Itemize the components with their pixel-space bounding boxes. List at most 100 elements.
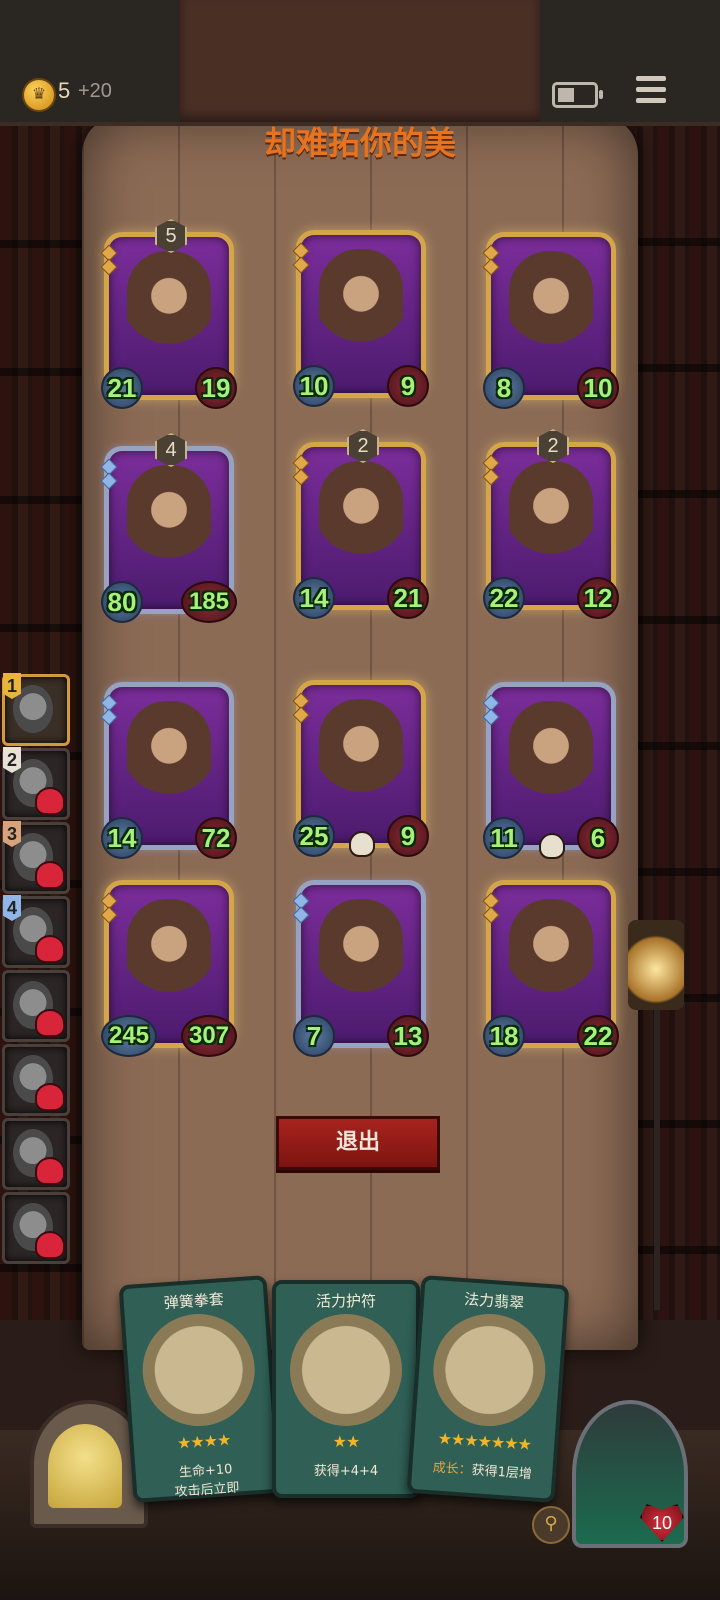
skull-icon	[349, 831, 375, 857]
board-unit-card[interactable]: 4 80 185	[100, 433, 237, 623]
shop-item-spring-glove[interactable]: 弹簧拳套 ★★★★ 生命+10 攻击后立即	[118, 1275, 282, 1503]
rank-gem-icon	[292, 706, 310, 724]
wolf-icon	[48, 1424, 122, 1508]
unit-portrait	[509, 461, 593, 573]
rank-gem-icon	[482, 708, 500, 726]
shop-item-mana-jade[interactable]: 法力翡翠 ★★★★★★★ 成长：获得1层增	[406, 1275, 570, 1503]
roster-slot[interactable]: 2	[2, 747, 70, 820]
board-unit-card[interactable]: 2 22 12	[482, 429, 619, 619]
unit-portrait	[127, 701, 211, 813]
unit-attack: 14	[101, 817, 143, 859]
unit-portrait	[127, 251, 211, 363]
unit-health: 13	[387, 1015, 429, 1057]
board-unit-card[interactable]: 7 13	[292, 880, 429, 1057]
boxing-glove-icon	[138, 1310, 259, 1430]
rank-gem-icon	[292, 906, 310, 924]
board-unit-card[interactable]: 14 72	[100, 682, 237, 859]
unit-attack: 10	[293, 365, 335, 407]
unit-portrait	[319, 899, 403, 1011]
roster-slot[interactable]: 3	[2, 821, 70, 894]
menu-icon[interactable]	[636, 76, 666, 104]
shop-item-desc-line1: 获得+4+4	[313, 1464, 379, 1479]
unit-attack: 80	[101, 581, 143, 623]
shop-item-desc: 成长：获得1层增	[416, 1455, 549, 1483]
unit-health: 185	[181, 581, 237, 623]
defeated-skull-icon	[35, 1009, 65, 1037]
unit-attack: 18	[483, 1015, 525, 1057]
unit-portrait	[319, 699, 403, 811]
unit-health: 21	[387, 577, 429, 619]
shop-item-vitality-amulet[interactable]: 活力护符 ★★ 获得+4+4	[272, 1280, 420, 1498]
exit-button[interactable]: 退出	[276, 1116, 440, 1170]
board-unit-card[interactable]: 5 21 19	[100, 219, 237, 409]
battery-icon	[552, 82, 603, 108]
shop-item-title: 法力翡翠	[463, 1290, 525, 1313]
unit-health: 6	[577, 817, 619, 859]
unit-attack: 25	[293, 815, 335, 857]
board-unit-card[interactable]: 10 9	[292, 230, 429, 407]
coin-count: 5	[58, 78, 71, 103]
shop-item-desc-label: 成长：	[432, 1460, 473, 1479]
lantern-decoration	[628, 920, 684, 1010]
defeated-skull-icon	[35, 1083, 65, 1111]
board-unit-card[interactable]: 18 22	[482, 880, 619, 1057]
rank-gem-icon	[482, 468, 500, 486]
lantern-pole	[654, 1010, 660, 1310]
unit-portrait	[127, 899, 211, 1011]
unit-health: 22	[577, 1015, 619, 1057]
rank-gem-icon	[292, 256, 310, 274]
board-unit-card[interactable]: 8 10	[482, 232, 619, 409]
rank-gem-icon	[100, 472, 118, 490]
rank-gem-icon	[100, 906, 118, 924]
board-unit-card[interactable]: 11 6	[482, 682, 619, 859]
unit-health: 10	[577, 367, 619, 409]
rank-gem-icon	[100, 708, 118, 726]
shop-item-desc: 获得+4+4	[280, 1460, 412, 1479]
sell-icon[interactable]: ⚲	[532, 1506, 570, 1544]
top-bar: ♛ 5 +20	[0, 0, 720, 126]
unit-attack: 245	[101, 1015, 157, 1057]
unit-attack: 14	[293, 577, 335, 619]
shop-item-stars: ★★★★★★★	[437, 1428, 532, 1455]
board-unit-card[interactable]: 25 9	[292, 680, 429, 857]
roster-slot[interactable]: 4	[2, 895, 70, 968]
board-unit-card[interactable]: 245 307	[100, 880, 237, 1057]
roster-rank: 2	[3, 747, 21, 773]
roster-slot[interactable]	[2, 1044, 70, 1116]
defeated-skull-icon	[35, 861, 65, 889]
skull-icon	[539, 833, 565, 859]
rank-gem-icon	[482, 258, 500, 276]
defeated-skull-icon	[35, 935, 65, 963]
roster-slot[interactable]	[2, 1118, 70, 1190]
rank-gem-icon	[292, 468, 310, 486]
unit-health: 19	[195, 367, 237, 409]
coin-icon: ♛	[22, 78, 56, 112]
roster-rank: 3	[3, 821, 21, 847]
jade-crystal-icon	[429, 1310, 550, 1430]
unit-attack: 22	[483, 577, 525, 619]
roster-rank: 1	[3, 673, 21, 699]
top-tab-decoration	[180, 0, 540, 122]
unit-health: 9	[387, 815, 429, 857]
unit-attack: 8	[483, 367, 525, 409]
amulet-icon	[290, 1314, 402, 1426]
unit-portrait	[509, 701, 593, 813]
defeated-skull-icon	[35, 1231, 65, 1259]
board-unit-card[interactable]: 2 14 21	[292, 429, 429, 619]
unit-portrait	[127, 465, 211, 577]
unit-portrait	[319, 249, 403, 361]
unit-portrait	[509, 899, 593, 1011]
unit-attack: 11	[483, 817, 525, 859]
unit-health: 12	[577, 577, 619, 619]
opponent-name: 却难拓你的美	[263, 124, 456, 162]
unit-health: 72	[195, 817, 237, 859]
unit-attack: 7	[293, 1015, 335, 1057]
right-bookshelf	[625, 120, 720, 1320]
roster-slot[interactable]	[2, 1192, 70, 1264]
shop-item-stars: ★★★★	[176, 1430, 231, 1453]
roster-slot[interactable]: 1	[2, 673, 70, 746]
defeated-skull-icon	[35, 1157, 65, 1185]
shop-item-title: 活力护符	[315, 1292, 376, 1310]
unit-health: 9	[387, 365, 429, 407]
roster-slot[interactable]	[2, 970, 70, 1042]
